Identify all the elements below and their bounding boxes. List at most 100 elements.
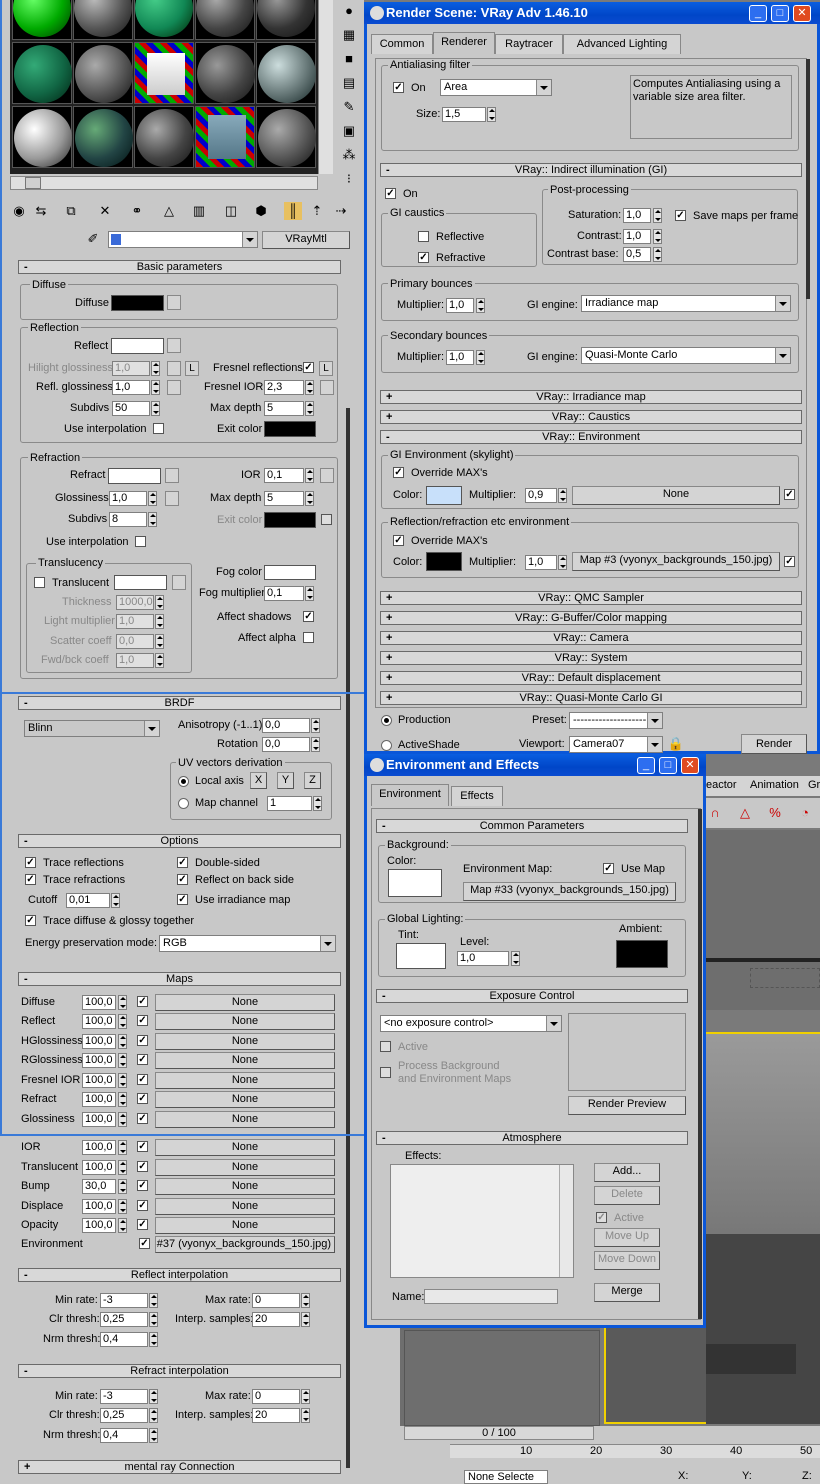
map-slot-button[interactable]: None — [155, 994, 335, 1011]
ior-arrows[interactable] — [305, 468, 314, 483]
sample-slot[interactable] — [256, 42, 316, 104]
spinner-snap-icon[interactable]: ◔ — [796, 804, 814, 822]
selection-status[interactable]: None Selecte — [464, 1470, 548, 1484]
sample-slot[interactable] — [134, 42, 194, 104]
move-down-button[interactable]: Move Down — [594, 1251, 660, 1270]
map-amount-spinner[interactable]: 100,0 — [82, 1112, 116, 1127]
map-enable-checkbox[interactable]: ✓ — [137, 1141, 148, 1152]
sample-slot[interactable] — [73, 42, 133, 104]
saturation-arrows[interactable] — [653, 208, 662, 223]
refr-clr-thresh-spinner[interactable]: 0,25 — [100, 1408, 148, 1423]
map-amount-spinner[interactable]: 100,0 — [82, 1092, 116, 1107]
level-arrows[interactable] — [511, 951, 520, 966]
ior-map-button[interactable] — [320, 468, 334, 483]
map-amount-spinner[interactable]: 100,0 — [82, 995, 116, 1010]
refr-max-rate-spinner[interactable]: 0 — [252, 1389, 300, 1404]
refl-env-map-checkbox[interactable]: ✓ — [784, 556, 795, 567]
map-amount-arrows[interactable] — [118, 1073, 127, 1088]
trace-diffuse-checkbox[interactable]: ✓ — [25, 915, 36, 926]
exit-color-swatch[interactable] — [264, 421, 316, 437]
map-enable-checkbox[interactable]: ✓ — [137, 1035, 148, 1046]
map-amount-spinner[interactable]: 100,0 — [82, 1034, 116, 1049]
light-mult-spinner[interactable]: 1,0 — [116, 614, 154, 629]
rollout-scrollbar[interactable] — [346, 408, 350, 1468]
rollout-vray-1[interactable]: + VRay:: G-Buffer/Color mapping — [380, 611, 802, 625]
double-sided-checkbox[interactable]: ✓ — [177, 857, 188, 868]
refl-max-rate-spinner[interactable]: 0 — [252, 1293, 300, 1308]
refr-subdivs-arrows[interactable] — [148, 512, 157, 527]
scatter-spinner[interactable]: 0,0 — [116, 634, 154, 649]
sample-slot[interactable] — [12, 0, 72, 40]
aa-filter-select[interactable]: Area — [440, 79, 552, 96]
map-amount-spinner[interactable]: 100,0 — [82, 1140, 116, 1155]
tab-environment[interactable]: Environment — [371, 784, 449, 806]
sample-scrollbar-h[interactable] — [10, 176, 318, 190]
map-enable-checkbox[interactable]: ✓ — [137, 1015, 148, 1026]
time-slider[interactable]: 0 / 100 — [404, 1426, 594, 1440]
refl-min-rate-arrows[interactable] — [149, 1293, 158, 1308]
sample-slot[interactable] — [12, 106, 72, 168]
light-mult-arrows[interactable] — [155, 614, 164, 629]
level-spinner[interactable]: 1,0 — [457, 951, 509, 966]
select-by-mtl-icon[interactable]: ⁝ — [340, 170, 358, 188]
use-irr-checkbox[interactable]: ✓ — [177, 894, 188, 905]
aa-size-spinner[interactable]: 1,5 — [442, 107, 486, 122]
subdivs-arrows[interactable] — [151, 401, 160, 416]
effects-list[interactable] — [390, 1164, 574, 1278]
rollout-irradiance[interactable]: + VRay:: Irradiance map — [380, 390, 802, 404]
subdivs-spinner[interactable]: 50 — [112, 401, 150, 416]
axis-x-button[interactable]: X — [250, 772, 267, 789]
affect-shadows-checkbox[interactable]: ✓ — [303, 611, 314, 622]
refl-interp-samples-spinner[interactable]: 20 — [252, 1312, 300, 1327]
aniso-arrows[interactable] — [311, 718, 320, 733]
map-amount-spinner[interactable]: 100,0 — [82, 1053, 116, 1068]
map-amount-spinner[interactable]: 100,0 — [82, 1218, 116, 1233]
tint-swatch[interactable] — [396, 943, 446, 969]
saturation-spinner[interactable]: 1,0 — [623, 208, 651, 223]
top-viewport[interactable] — [700, 830, 820, 1010]
tab-advanced-lighting[interactable]: Advanced Lighting — [563, 34, 681, 54]
bg-color-swatch[interactable] — [388, 869, 442, 897]
fwd-spinner[interactable]: 1,0 — [116, 653, 154, 668]
rollout-caustics[interactable]: + VRay:: Caustics — [380, 410, 802, 424]
angle-snap-icon[interactable]: △ — [736, 804, 754, 822]
glossiness-arrows[interactable] — [148, 491, 157, 506]
refractive-checkbox[interactable]: ✓ — [418, 252, 429, 263]
fresnel-lock-button[interactable]: L — [319, 361, 333, 376]
refr-max-rate-arrows[interactable] — [301, 1389, 310, 1404]
rollout-reflect-interp[interactable]: - Reflect interpolation — [18, 1268, 341, 1282]
reset-icon[interactable]: ✕ — [96, 202, 114, 220]
refl-mult-spinner[interactable]: 1,0 — [525, 555, 557, 570]
gi-env-color-swatch[interactable] — [426, 486, 462, 505]
sample-slot[interactable] — [134, 0, 194, 40]
library-icon[interactable]: ▥ — [190, 202, 208, 220]
refr-clr-thresh-arrows[interactable] — [149, 1408, 158, 1423]
ambient-swatch[interactable] — [616, 940, 668, 968]
cutoff-spinner[interactable]: 0,01 — [66, 893, 110, 908]
map-amount-arrows[interactable] — [118, 1034, 127, 1049]
sample-scrollbar-v[interactable] — [318, 0, 333, 174]
sample-slot[interactable] — [256, 0, 316, 40]
refr-min-rate-spinner[interactable]: -3 — [100, 1389, 148, 1404]
pick-icon[interactable]: ✐ — [84, 230, 102, 248]
env-map-button[interactable]: Map #33 (vyonyx_backgrounds_150.jpg) — [463, 882, 676, 901]
axis-z-button[interactable]: Z — [304, 772, 321, 789]
map-channel-spinner[interactable]: 1 — [267, 796, 312, 811]
map-slot-button[interactable]: None — [155, 1052, 335, 1069]
secondary-engine-select[interactable]: Quasi-Monte Carlo — [581, 347, 791, 364]
map-amount-arrows[interactable] — [118, 1053, 127, 1068]
video-icon[interactable]: ▣ — [340, 122, 358, 140]
map-enable-checkbox[interactable]: ✓ — [137, 1054, 148, 1065]
map-slot-button[interactable]: None — [155, 1178, 335, 1195]
translucent-swatch[interactable] — [114, 575, 167, 590]
map-slot-button[interactable]: None — [155, 1033, 335, 1050]
aniso-spinner[interactable]: 0,0 — [262, 718, 310, 733]
ior-spinner[interactable]: 0,1 — [264, 468, 304, 483]
local-axis-radio[interactable] — [178, 776, 189, 787]
rollout-options[interactable]: - Options — [18, 834, 341, 848]
refl-env-map-button[interactable]: Map #3 (vyonyx_backgrounds_150.jpg) — [572, 552, 780, 571]
rollout-vray-3[interactable]: + VRay:: System — [380, 651, 802, 665]
rollout-mental-ray[interactable]: + mental ray Connection — [18, 1460, 341, 1474]
merge-button[interactable]: Merge — [594, 1283, 660, 1302]
glossiness-map-button[interactable] — [165, 491, 179, 506]
